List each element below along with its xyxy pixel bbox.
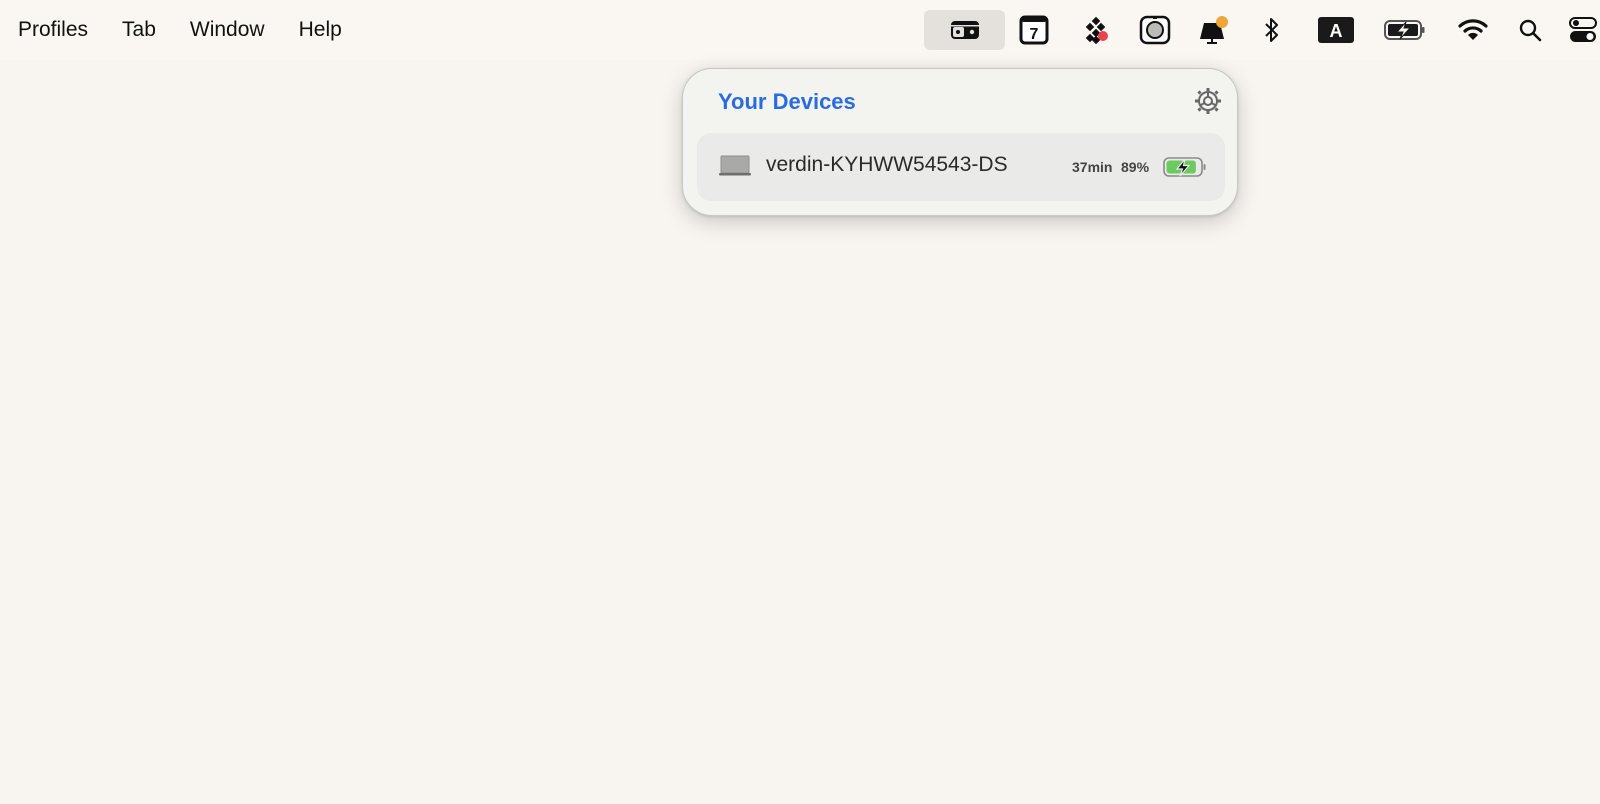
devices-popover: Your Devices verdin-KYHWW54543-DS 37min … [682,68,1238,216]
devices-menu-icon [950,21,979,39]
devices-menu-button[interactable] [924,10,1005,50]
notification-app-icon [1200,16,1228,44]
wifi-button[interactable] [1456,10,1490,50]
notification-app-button[interactable] [1197,10,1231,50]
bluetooth-icon [1265,18,1278,42]
device-time-remaining: 37min [1072,159,1113,175]
spotlight-button[interactable] [1516,10,1544,50]
control-center-icon [1569,17,1597,42]
device-name: verdin-KYHWW54543-DS [766,153,1008,176]
dots-app-button[interactable] [1081,10,1113,50]
popover-title: Your Devices [718,89,856,114]
menu-profiles[interactable]: Profiles [18,0,88,60]
input-source-icon: A [1318,17,1354,43]
settings-button[interactable] [1194,87,1222,115]
device-battery-percent: 89% [1121,159,1150,175]
device-battery-icon [1163,157,1206,177]
menu-tab[interactable]: Tab [122,0,156,60]
control-center-button[interactable] [1568,10,1598,50]
dots-app-icon [1085,16,1108,44]
bluetooth-button[interactable] [1260,10,1284,50]
menu-help[interactable]: Help [299,0,342,60]
svg-text:7: 7 [1030,26,1039,43]
camera-app-button[interactable] [1138,10,1172,50]
calendar-button[interactable]: 7 [1017,10,1051,50]
device-row[interactable]: verdin-KYHWW54543-DS 37min 89% [697,133,1225,201]
app-menu: Profiles Tab Window Help [0,0,376,60]
calendar-icon: 7 [1019,15,1049,45]
spotlight-search-icon [1519,19,1542,42]
menu-bar: Profiles Tab Window Help 7 A [0,0,1600,60]
laptop-icon [719,155,751,176]
camera-app-icon [1139,15,1171,45]
battery-button[interactable] [1383,10,1427,50]
input-source-button[interactable]: A [1317,10,1355,50]
svg-text:A: A [1330,21,1343,41]
gear-icon [1195,88,1221,114]
wifi-icon [1458,19,1488,40]
menu-window[interactable]: Window [190,0,265,60]
battery-charging-icon [1384,20,1425,40]
